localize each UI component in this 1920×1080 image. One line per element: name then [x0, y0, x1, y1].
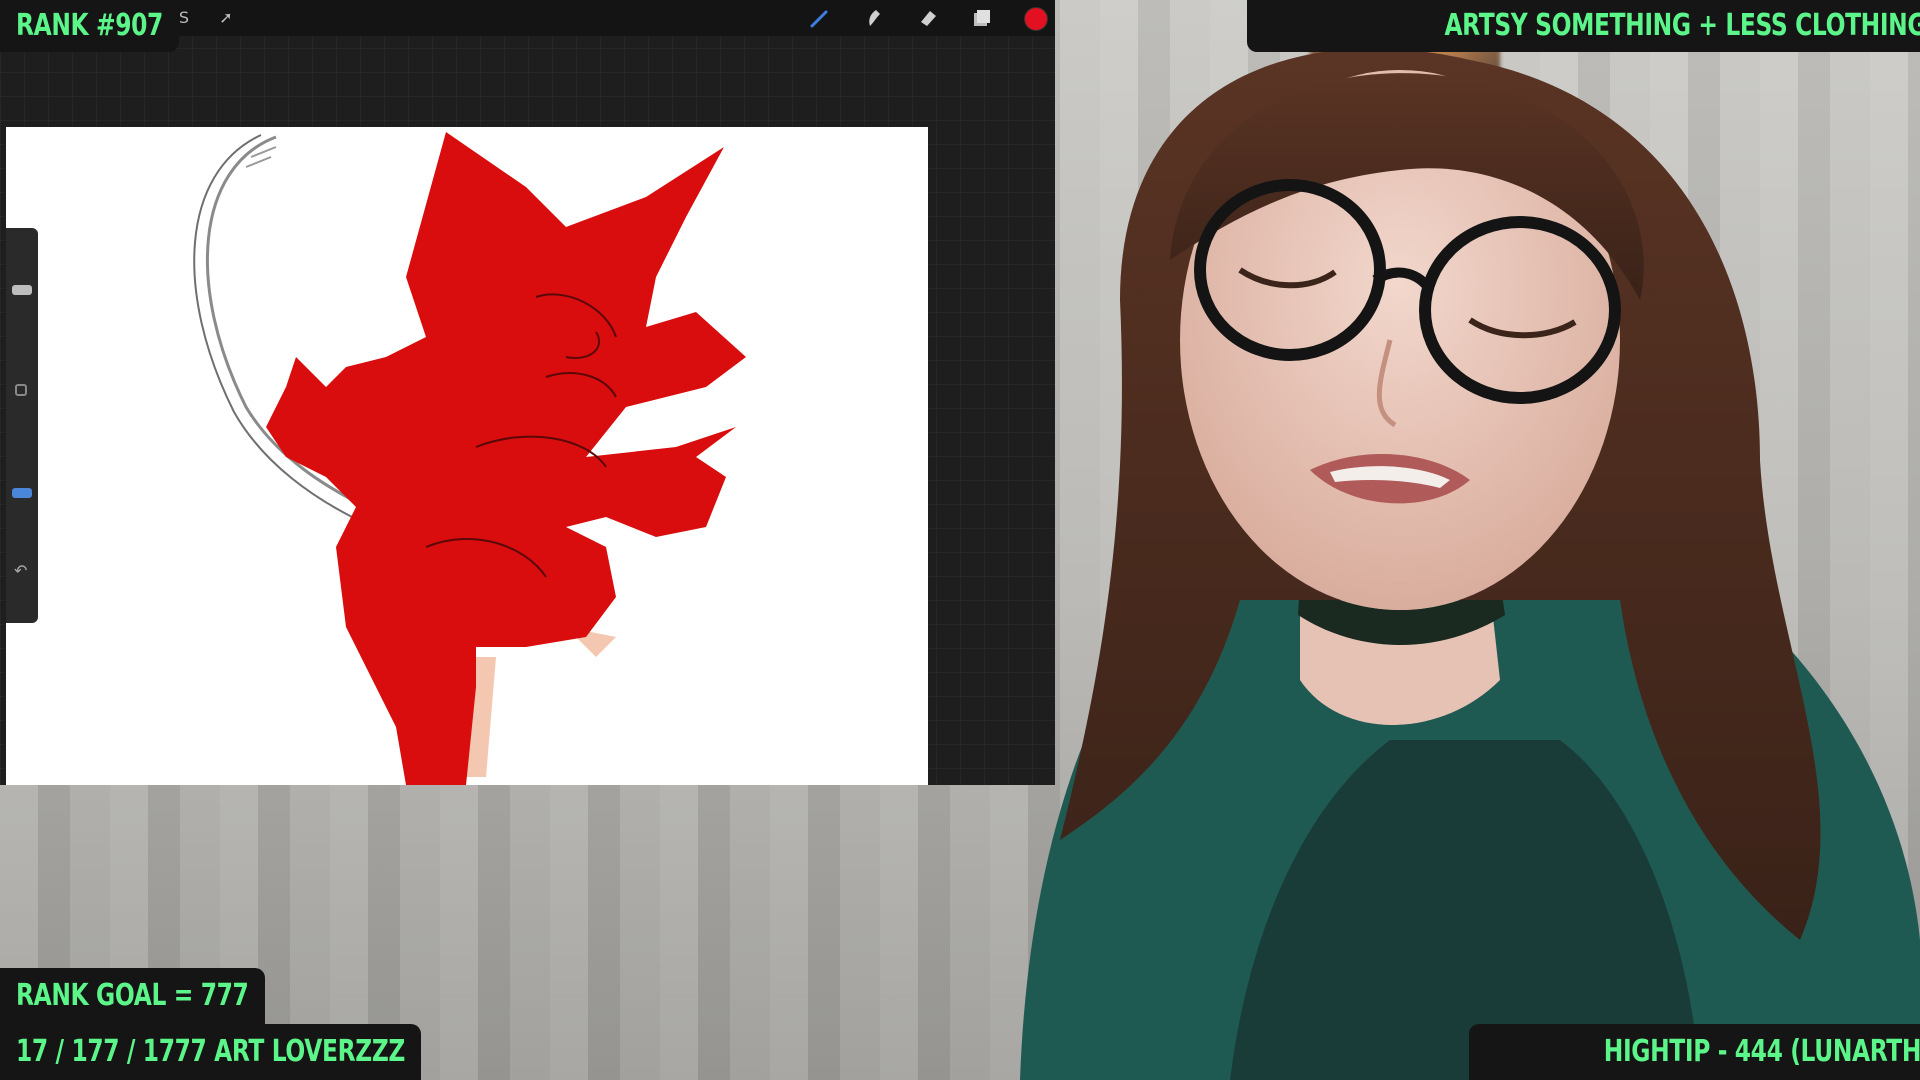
red-creature-drawing: [193, 132, 746, 785]
layers-icon[interactable]: [970, 6, 994, 30]
modify-button[interactable]: [15, 384, 27, 396]
brush-icon[interactable]: [808, 6, 832, 30]
brush-size-sidebar: ↶: [6, 228, 38, 623]
art-lovers-counter: 17 / 177 / 1777 ART LOVERZZZ: [0, 1024, 421, 1080]
eraser-icon[interactable]: [916, 6, 940, 30]
color-picker-button[interactable]: [1024, 7, 1048, 31]
streamer-person: [1020, 48, 1920, 1080]
goal-banner: ARTSY SOMETHING + LESS CLOTHING 1000 (65…: [1247, 0, 1920, 52]
rank-goal-label: RANK GOAL = 777: [0, 968, 265, 1024]
undo-icon[interactable]: ↶: [14, 561, 27, 580]
selection-icon[interactable]: ➚: [214, 6, 238, 30]
rank-label: RANK #907: [0, 0, 179, 52]
drawing-app-window: S ➚ ↶: [0, 0, 1055, 785]
brush-size-slider[interactable]: [12, 285, 32, 295]
opacity-slider[interactable]: [12, 488, 32, 498]
hightip-label: HIGHTIP - 444 (LUNARTHREADS): [1469, 1024, 1920, 1080]
smudge-icon[interactable]: [862, 6, 886, 30]
artboard[interactable]: [6, 127, 928, 785]
